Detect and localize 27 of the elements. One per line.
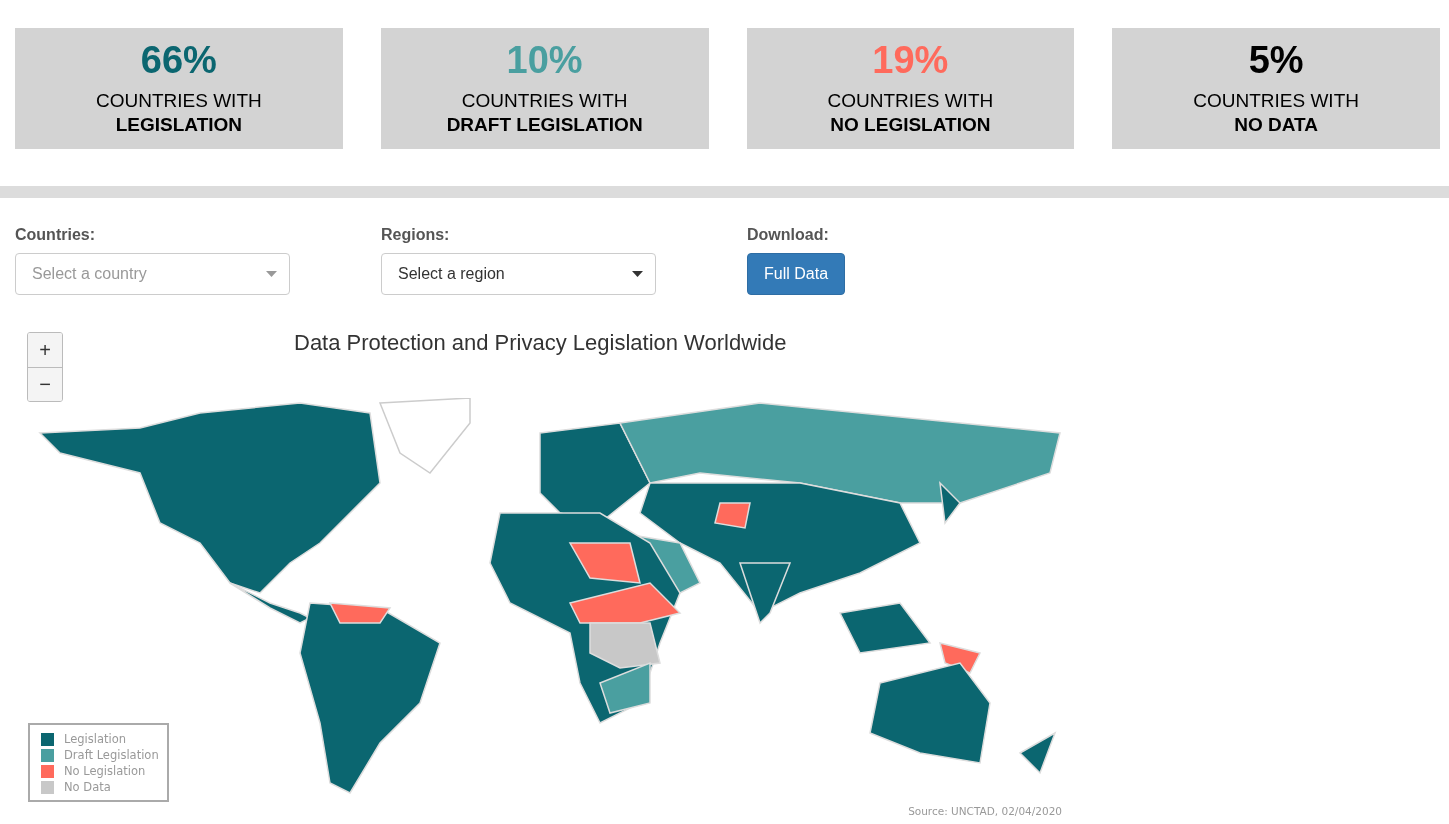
legend-label: No Legislation	[64, 764, 146, 778]
stat-label: COUNTRIES WITH	[827, 89, 994, 113]
stat-percent: 19%	[872, 40, 949, 80]
stat-category: NO LEGISLATION	[830, 113, 991, 137]
legend-label: Draft Legislation	[64, 748, 159, 762]
caret-icon	[632, 271, 643, 277]
stat-label: COUNTRIES WITH	[96, 89, 262, 113]
download-button[interactable]: Full Data	[747, 253, 846, 295]
stat-label: COUNTRIES WITH	[1193, 89, 1359, 113]
stat-percent: 66%	[140, 40, 217, 80]
stat-category: LEGISLATION	[115, 113, 243, 137]
source-note: Source: UNCTAD, 02/04/2020	[908, 805, 1062, 817]
dropdown[interactable]: Select a region	[381, 253, 656, 295]
zoom-in-button[interactable]: +	[28, 333, 62, 367]
stat-category: NO DATA	[1234, 113, 1318, 137]
map-title: Data Protection and Privacy Legislation Worldwide	[294, 330, 787, 356]
stat-percent: 10%	[506, 40, 583, 80]
filter-label: Regions:	[381, 226, 451, 244]
filter-label: Countries:	[15, 226, 96, 244]
stat-category: DRAFT LEGISLATION	[446, 113, 643, 137]
filter-label: Download:	[747, 226, 830, 244]
legend-label: No Data	[64, 780, 111, 794]
zoom-out-button[interactable]: −	[28, 367, 62, 401]
stat-percent: 5%	[1248, 40, 1304, 80]
legend-label: Legislation	[64, 732, 127, 746]
caret-icon	[266, 271, 277, 277]
stat-label: COUNTRIES WITH	[461, 89, 628, 113]
